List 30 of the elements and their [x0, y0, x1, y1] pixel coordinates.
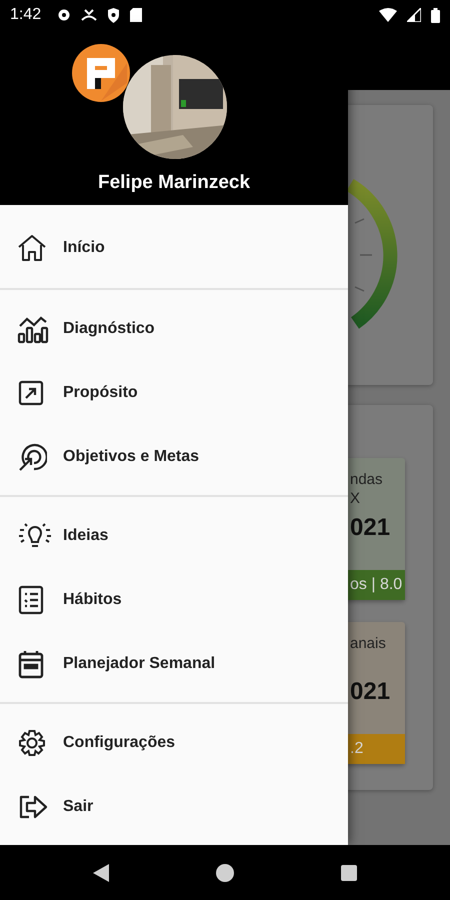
card-value: 021 [350, 514, 392, 542]
signal-icon [407, 8, 421, 22]
card-title: ndas [350, 470, 384, 489]
home-button-icon[interactable] [216, 864, 234, 882]
clock: 1:42 [10, 6, 42, 24]
back-icon[interactable] [93, 864, 110, 882]
card-title: anais [350, 634, 387, 653]
recents-icon[interactable] [340, 864, 357, 880]
menu-item[interactable]: Ideias [0, 504, 348, 568]
wifi-icon [379, 8, 397, 22]
shield-icon [107, 8, 120, 22]
home-icon [17, 234, 47, 262]
card-value: 021 [350, 678, 392, 706]
menu-item[interactable]: Diagnóstico [0, 297, 348, 361]
logout-icon [17, 793, 49, 821]
menu-item[interactable]: Início [0, 216, 348, 280]
calendar-icon [17, 649, 45, 679]
battery-icon [431, 8, 440, 22]
card-title: X [350, 489, 362, 508]
checklist-icon [17, 585, 45, 615]
menu-item[interactable]: Objetivos e Metas [0, 425, 348, 489]
sd-card-icon [130, 8, 142, 22]
target-icon [17, 442, 47, 472]
chart-icon [17, 314, 49, 344]
menu-item[interactable]: Planejador Semanal [0, 632, 348, 696]
arrow-box-icon [17, 379, 45, 407]
menu-item[interactable]: Sair [0, 775, 348, 839]
user-name: Felipe Marinzeck [96, 172, 252, 194]
menu-item[interactable]: Propósito [0, 361, 348, 425]
logo-icon [71, 43, 131, 103]
